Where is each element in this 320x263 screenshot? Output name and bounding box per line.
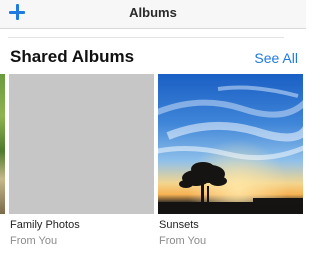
- album-owner: From You: [10, 235, 58, 247]
- album-thumbnail-sunset: [158, 74, 303, 214]
- section-title: Shared Albums: [10, 47, 135, 66]
- navigation-bar: Albums: [0, 0, 306, 29]
- album-owner: From You: [159, 235, 207, 247]
- album-name: Family Photos: [10, 219, 80, 231]
- page-title: Albums: [129, 5, 177, 20]
- album-name: Sunsets: [159, 219, 199, 231]
- album-thumbnail-placeholder: [9, 74, 154, 214]
- sunset-photo: [158, 74, 303, 214]
- divider: [8, 37, 284, 38]
- album-thumbnail: [0, 74, 5, 214]
- see-all-link[interactable]: See All: [254, 50, 298, 66]
